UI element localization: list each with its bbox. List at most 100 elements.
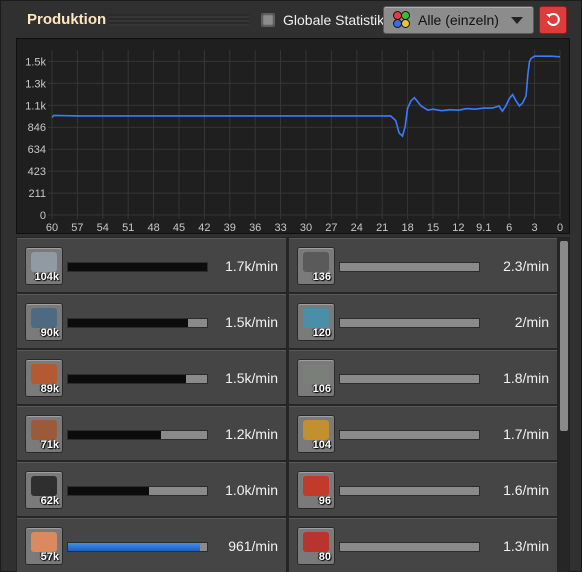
item-count: 62k (40, 495, 59, 507)
item-rate: 2/min (514, 314, 549, 330)
item-rate: 1.0k/min (225, 482, 278, 498)
y-tick-label: 1.5k (25, 56, 46, 68)
scrollbar[interactable] (559, 239, 569, 572)
x-tick-label: 9.1 (476, 222, 491, 233)
x-tick-label: 33 (274, 222, 286, 233)
chevron-down-icon (511, 17, 523, 24)
item-glyph (31, 420, 57, 440)
copper-plate-icon: 57k (25, 527, 63, 565)
item-rate: 961/min (228, 538, 278, 554)
x-tick-label: 0 (557, 222, 563, 233)
production-item-row[interactable]: 96 1.6/min (288, 461, 558, 517)
production-item-row[interactable]: 71k 1.2k/min (16, 405, 287, 461)
x-tick-label: 48 (147, 222, 159, 233)
item-count: 104k (34, 271, 59, 283)
item-rate: 1.2k/min (225, 426, 278, 442)
production-bar (67, 318, 208, 328)
x-tick-label: 51 (122, 222, 134, 233)
coal-icon: 62k (25, 471, 63, 509)
y-tick-label: 211 (28, 188, 46, 200)
x-tick-label: 39 (224, 222, 236, 233)
production-bar-fill (68, 487, 149, 495)
reset-button[interactable] (539, 6, 567, 34)
y-tick-label: 0 (40, 210, 46, 222)
production-bar (339, 374, 480, 384)
item-count: 80 (318, 551, 331, 563)
red-science-icon: 80 (297, 527, 335, 565)
production-bar (67, 430, 208, 440)
item-count: 57k (40, 551, 59, 563)
item-glyph (303, 364, 329, 384)
color-wheel-icon (393, 11, 411, 29)
copper-cable-icon: 89k (25, 359, 63, 397)
window-header: Produktion Globale Statistik Alle (einze… (1, 1, 581, 39)
item-list: 104k 1.7k/min 136 2.3/min 90k 1.5k/min 120 2/mi… (16, 237, 570, 572)
production-item-row[interactable]: 57k 961/min (16, 517, 287, 572)
item-rate: 1.8/min (503, 370, 549, 386)
item-count: 136 (312, 271, 331, 283)
filter-dropdown-value: Alle (einzeln) (418, 12, 499, 28)
item-count: 106 (312, 383, 331, 395)
item-count: 90k (40, 327, 59, 339)
production-item-row[interactable]: 90k 1.5k/min (16, 293, 287, 349)
production-chart: 1.5k 1.3k 1.1k 846 634 423 211 0 60 57 54 51 48 45 42 3… (16, 38, 570, 234)
item-count: 71k (40, 439, 59, 451)
y-tick-label: 634 (28, 144, 46, 156)
x-tick-label: 42 (198, 222, 210, 233)
copper-ore-icon: 71k (25, 415, 63, 453)
iron-plate-icon: 104k (25, 247, 63, 285)
x-tick-label: 27 (325, 222, 337, 233)
production-bar (339, 542, 480, 552)
y-tick-label: 1.1k (25, 100, 46, 112)
x-tick-label: 45 (173, 222, 185, 233)
x-tick-label: 21 (376, 222, 388, 233)
production-item-row[interactable]: 104k 1.7k/min (16, 237, 287, 293)
production-bar-fill (68, 375, 187, 383)
production-item-row[interactable]: 106 1.8/min (288, 349, 558, 405)
global-stats-checkbox[interactable] (261, 13, 275, 27)
item-glyph (303, 476, 329, 496)
filter-dropdown[interactable]: Alle (einzeln) (383, 6, 534, 34)
item-glyph (31, 252, 57, 272)
drag-handle[interactable] (109, 14, 249, 26)
inserter-icon: 104 (297, 415, 335, 453)
x-tick-label: 6 (506, 222, 512, 233)
item-glyph (31, 308, 57, 328)
item-rate: 1.5k/min (225, 314, 278, 330)
production-bar (67, 486, 208, 496)
production-bar-fill (68, 543, 201, 551)
item-glyph (31, 532, 57, 552)
scroll-thumb[interactable] (560, 241, 568, 431)
y-tick-label: 846 (28, 122, 46, 134)
x-tick-label: 24 (351, 222, 363, 233)
y-tick-label: 423 (28, 166, 46, 178)
x-tick-label: 30 (300, 222, 312, 233)
iron-stick-icon: 136 (297, 247, 335, 285)
global-stats-toggle[interactable]: Globale Statistik (261, 12, 384, 28)
item-glyph (303, 420, 329, 440)
item-count: 89k (40, 383, 59, 395)
production-item-row[interactable]: 89k 1.5k/min (16, 349, 287, 405)
red-circuit-icon: 96 (297, 471, 335, 509)
global-stats-label: Globale Statistik (283, 12, 385, 28)
production-item-row[interactable]: 120 2/min (288, 293, 558, 349)
x-tick-label: 3 (532, 222, 538, 233)
item-rate: 1.5k/min (225, 370, 278, 386)
production-item-row[interactable]: 104 1.7/min (288, 405, 558, 461)
production-bar-fill (68, 319, 188, 327)
x-tick-label: 60 (46, 222, 58, 233)
production-item-row[interactable]: 136 2.3/min (288, 237, 558, 293)
x-tick-label: 54 (97, 222, 109, 233)
item-glyph (303, 308, 329, 328)
x-tick-label: 57 (71, 222, 83, 233)
production-item-row[interactable]: 62k 1.0k/min (16, 461, 287, 517)
item-glyph (303, 252, 329, 272)
window-title: Produktion (27, 11, 107, 28)
production-item-row[interactable]: 80 1.3/min (288, 517, 558, 572)
x-tick-label: 18 (401, 222, 413, 233)
x-tick-label: 36 (249, 222, 261, 233)
production-bar (67, 262, 208, 272)
production-bar (67, 374, 208, 384)
item-rate: 1.7k/min (225, 258, 278, 274)
production-bar (339, 262, 480, 272)
